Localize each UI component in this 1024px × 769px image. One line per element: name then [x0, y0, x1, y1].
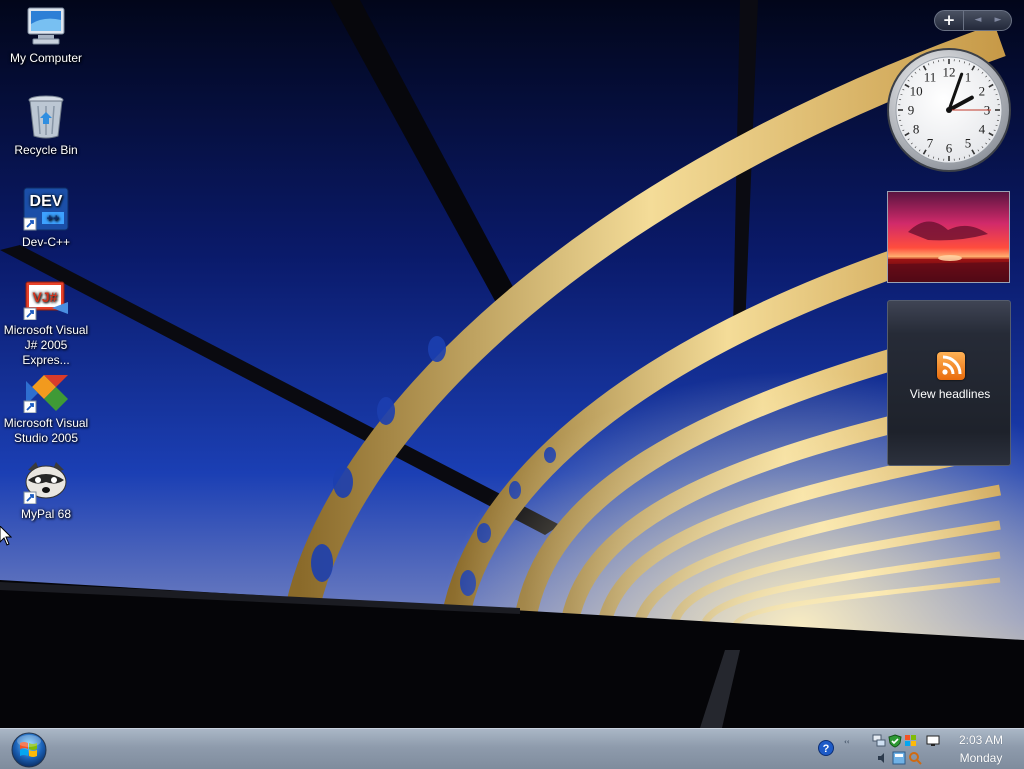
raccoon-icon	[22, 460, 70, 504]
my-computer-icon[interactable]: My Computer	[2, 6, 90, 66]
trash-icon	[26, 94, 66, 140]
mypal-icon[interactable]: MyPal 68	[2, 460, 90, 522]
security-shield-icon[interactable]	[888, 734, 902, 748]
clock-numeral: 12	[943, 65, 956, 80]
clock-numeral: 1	[965, 70, 972, 85]
desktop-icon-label: Microsoft Visual	[2, 323, 90, 338]
windows-update-icon[interactable]	[904, 734, 918, 748]
search-magnifier-icon[interactable]	[908, 751, 922, 765]
dev-cpp-icon[interactable]: DEV ++ Dev-C++	[2, 186, 90, 250]
next-gadgets-button[interactable]: ►	[987, 11, 1009, 30]
svg-text:++: ++	[47, 213, 60, 225]
desktop-icon-label: Microsoft Visual	[2, 416, 90, 431]
visual-jsharp-icon[interactable]: VJ# Microsoft Visual J# 2005 Expres...	[2, 280, 90, 368]
recycle-bin-icon[interactable]: Recycle Bin	[2, 94, 90, 158]
clock-numeral: 7	[927, 135, 934, 150]
rss-feed-icon	[937, 352, 965, 380]
clock-numeral: 5	[965, 135, 972, 150]
feed-headlines-gadget[interactable]: View headlines	[887, 300, 1011, 466]
clock-numeral: 4	[979, 122, 986, 137]
add-gadget-button[interactable]: +	[935, 11, 964, 30]
volume-icon[interactable]	[876, 751, 890, 765]
clock-numeral: 11	[924, 70, 937, 85]
visual-jsharp-logo-icon: VJ#	[22, 280, 70, 320]
dev-logo-text: DEV	[30, 193, 63, 210]
clock-numeral: 9	[908, 103, 915, 118]
clock-gadget[interactable]: 121234567891011	[885, 47, 1013, 173]
dev-cpp-logo-icon: DEV ++	[22, 186, 70, 232]
network-icon[interactable]	[872, 734, 886, 748]
clock-center-pin	[946, 107, 952, 113]
action-center-icon[interactable]	[892, 751, 906, 765]
clock-numeral: 2	[979, 84, 986, 99]
show-hidden-icons-button[interactable]: ‹‹	[844, 738, 850, 746]
notification-area	[870, 733, 946, 765]
vj-logo-text: VJ#	[33, 289, 58, 305]
desktop-icon-label: MyPal 68	[2, 507, 90, 522]
desktop-icon-label: Dev-C++	[2, 235, 90, 250]
clock-numeral: 6	[946, 141, 953, 156]
desktop-icon-label: Studio 2005	[2, 431, 90, 446]
visual-studio-logo-icon	[22, 371, 70, 413]
start-button[interactable]	[9, 731, 49, 768]
clock-numeral: 8	[913, 122, 920, 137]
taskbar: ? ‹‹ 2:03 AM Monday	[0, 728, 1024, 769]
desktop-icon-label: Recycle Bin	[2, 143, 90, 158]
visual-studio-icon[interactable]: Microsoft Visual Studio 2005	[2, 371, 90, 446]
sunset-photo	[888, 192, 1009, 282]
sidebar-controls: + ◄ ►	[934, 10, 1012, 31]
svg-text:?: ?	[823, 743, 830, 755]
computer-icon	[22, 6, 70, 48]
desktop-wallpaper	[0, 0, 1024, 728]
desktop-icon-label: J# 2005 Expres...	[2, 338, 90, 368]
mouse-cursor-icon	[0, 526, 12, 546]
taskbar-day: Monday	[948, 749, 1014, 767]
taskbar-time: 2:03 AM	[948, 731, 1014, 749]
taskbar-clock[interactable]: 2:03 AM Monday	[948, 731, 1014, 767]
display-monitor-icon[interactable]	[926, 734, 940, 748]
slideshow-gadget[interactable]	[887, 191, 1010, 283]
previous-gadgets-button[interactable]: ◄	[967, 11, 989, 30]
view-headlines-link[interactable]: View headlines	[888, 387, 1012, 401]
clock-numeral: 10	[910, 84, 923, 99]
help-icon[interactable]: ?	[818, 740, 834, 756]
desktop-icon-label: My Computer	[2, 51, 90, 66]
